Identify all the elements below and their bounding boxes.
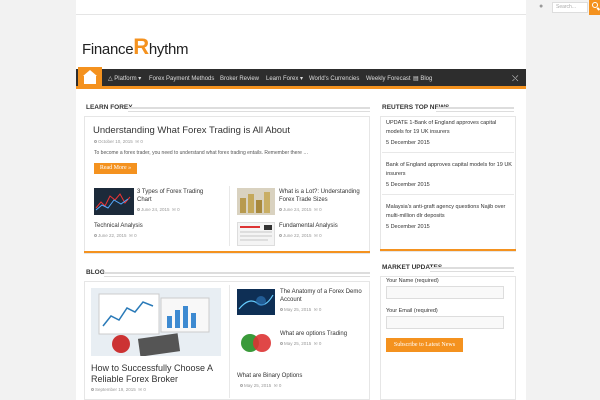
news-date: 5 December 2015 [386,224,430,230]
email-field[interactable] [386,316,504,329]
news-headline[interactable]: Malaysia's anti-graft agency questions N… [386,203,512,220]
featured-post-title[interactable]: Understanding What Forex Trading is All … [93,125,363,136]
nav-item-forex-payment-methods[interactable]: Forex Payment Methods [149,69,214,89]
post-meta: May 25, 2015 ✉ 0 [280,307,321,313]
email-label: Your Email (required) [386,308,438,314]
news-headline[interactable]: Bank of England approves capital models … [386,161,512,178]
post-meta: June 22, 2015 ✉ 0 [279,233,322,239]
nav-item-blog[interactable]: ▤ Blog [413,69,432,89]
post-meta: May 25, 2015 ✉ 0 [280,341,321,347]
news-headline[interactable]: UPDATE 1-Bank of England approves capita… [386,119,512,136]
news-divider [382,194,514,195]
news-divider [382,152,514,153]
post-title[interactable]: Fundamental Analysis [279,223,365,231]
title-divider [436,107,514,112]
fundamental-thumbnail[interactable] [237,222,275,246]
title-divider [128,107,370,112]
chart-thumbnail[interactable] [94,188,134,215]
post-title[interactable]: 3 Types of Forex Trading Chart [137,189,219,204]
read-more-button[interactable]: Read More » [94,163,137,174]
search-button[interactable] [589,0,600,15]
section-title-blog: BLOG [86,269,105,276]
post-title[interactable]: Technical Analysis [94,223,214,231]
post-meta: June 22, 2015 ✉ 0 [94,233,137,239]
site-header: FinanceRhythm [76,15,526,69]
post-meta: October 10, 2015 ✉ 0 [94,139,143,145]
post-title[interactable]: The Anatomy of a Forex Demo Account [280,289,366,304]
site-logo[interactable]: FinanceRhythm [82,36,189,58]
post-meta: June 24, 2015 ✉ 0 [137,207,180,213]
nav-item-learn-forex[interactable]: Learn Forex ▾ [266,69,303,89]
clock-icon [94,140,97,143]
column-divider [229,186,230,246]
coins-thumbnail[interactable] [237,188,275,215]
post-title[interactable]: What are Binary Options [237,373,357,381]
main-nav: △ Platform ▾ Forex Payment Methods Broke… [76,67,526,91]
news-date: 5 December 2015 [386,140,430,146]
home-icon[interactable] [78,67,102,91]
top-bar: ● Search... [76,0,600,15]
post-title[interactable]: What are options Trading [280,331,366,339]
post-meta: June 24, 2015 ✉ 0 [279,207,322,213]
post-title[interactable]: What is a Lot?: Understanding Forex Trad… [279,189,365,204]
search-input[interactable]: Search... [552,2,588,13]
title-divider [430,267,514,272]
shuffle-icon[interactable]: ⤬ [512,74,518,84]
nav-item-platform[interactable]: △ Platform ▾ [108,69,141,89]
name-field[interactable] [386,286,504,299]
blog-featured-title[interactable]: How to Successfully Choose A Reliable Fo… [91,363,221,385]
options-trading-thumbnail[interactable] [237,329,275,355]
post-meta: September 19, 2015 ✉ 0 [91,387,146,393]
blog-featured-image[interactable] [91,288,221,356]
news-date: 5 December 2015 [386,182,430,188]
post-meta: May 25, 2015 ✉ 0 [240,383,281,389]
subscribe-button[interactable]: Subscribe to Latest News [386,338,463,352]
nav-item-worlds-currencies[interactable]: World's Currencies [309,69,359,89]
name-label: Your Name (required) [386,278,439,284]
nav-item-weekly-forecast[interactable]: Weekly Forecast [366,69,411,89]
featured-excerpt: To become a forex trader, you need to un… [94,150,309,156]
column-divider [229,285,230,398]
twitter-icon[interactable]: ● [539,3,547,10]
nav-item-broker-review[interactable]: Broker Review [220,69,259,89]
demo-account-thumbnail[interactable] [237,289,275,315]
panel-accent [380,249,516,251]
section-title-learn-forex: LEARN FOREX [86,104,133,111]
panel-accent [84,251,370,253]
title-divider [104,272,370,277]
